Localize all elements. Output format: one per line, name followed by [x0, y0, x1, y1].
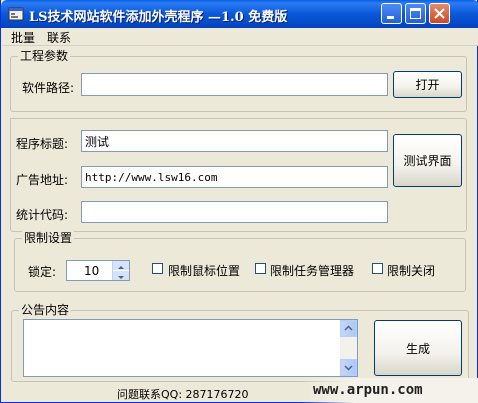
stats-code-input[interactable]: [81, 201, 388, 223]
limit-mouse-checkbox[interactable]: [152, 263, 163, 274]
lock-stepper[interactable]: 10: [66, 260, 130, 281]
title-bar[interactable]: LS技术网站软件添加外壳程序 —1.0 免费版: [1, 0, 478, 28]
menu-batch[interactable]: 批量: [11, 29, 35, 46]
open-button[interactable]: 打开: [393, 71, 462, 98]
status-text: 问题联系QQ: 287176720: [117, 388, 249, 401]
menu-bar: 批量 联系: [2, 28, 478, 46]
close-button[interactable]: [429, 3, 450, 24]
lock-value: 10: [84, 264, 100, 278]
software-path-label: 软件路径:: [22, 81, 75, 95]
scroll-down-button[interactable]: [340, 359, 357, 376]
limit-close-label: 限制关闭: [387, 264, 436, 278]
scroll-up-button[interactable]: [340, 320, 357, 337]
lock-label: 锁定:: [28, 265, 57, 279]
scroll-up-icon: [344, 325, 353, 331]
maximize-icon: [410, 8, 421, 19]
ad-address-label: 广告地址:: [16, 173, 69, 187]
chevron-down-icon: [118, 276, 124, 279]
stepper-down-button[interactable]: [113, 271, 129, 280]
window-title: LS技术网站软件添加外壳程序 —1.0 免费版: [29, 10, 288, 25]
notice-textarea[interactable]: [23, 319, 358, 377]
minimize-icon: [387, 16, 394, 19]
limit-close-checkbox[interactable]: [372, 263, 383, 274]
minimize-button[interactable]: [381, 3, 402, 24]
test-ui-button[interactable]: 测试界面: [393, 134, 462, 187]
program-title-label: 程序标题:: [16, 137, 69, 151]
main-window: LS技术网站软件添加外壳程序 —1.0 免费版 批量 联系 工程参数 软件路径:…: [0, 0, 478, 403]
app-icon: [8, 6, 24, 22]
generate-button[interactable]: 生成: [374, 320, 462, 376]
ad-address-input[interactable]: http://www.lsw16.com: [81, 166, 388, 188]
project-params-label: 工程参数: [18, 49, 71, 63]
menu-contact[interactable]: 联系: [47, 29, 71, 46]
notice-label: 公告内容: [19, 303, 72, 317]
stats-code-label: 统计代码:: [16, 208, 69, 222]
scroll-down-icon: [344, 365, 353, 371]
limit-taskmgr-checkbox[interactable]: [255, 263, 266, 274]
software-path-input[interactable]: [81, 73, 388, 96]
program-title-input[interactable]: 测试: [81, 130, 388, 152]
maximize-button[interactable]: [405, 3, 426, 24]
stepper-buttons: [112, 261, 129, 280]
notice-scrollbar[interactable]: [340, 320, 357, 376]
limit-mouse-label: 限制鼠标位置: [168, 264, 241, 278]
close-icon: [434, 8, 445, 19]
stepper-up-button[interactable]: [113, 261, 129, 271]
limit-taskmgr-label: 限制任务管理器: [270, 264, 355, 278]
watermark: www.arpun.com: [301, 378, 478, 403]
limit-settings-label: 限制设置: [22, 231, 75, 245]
